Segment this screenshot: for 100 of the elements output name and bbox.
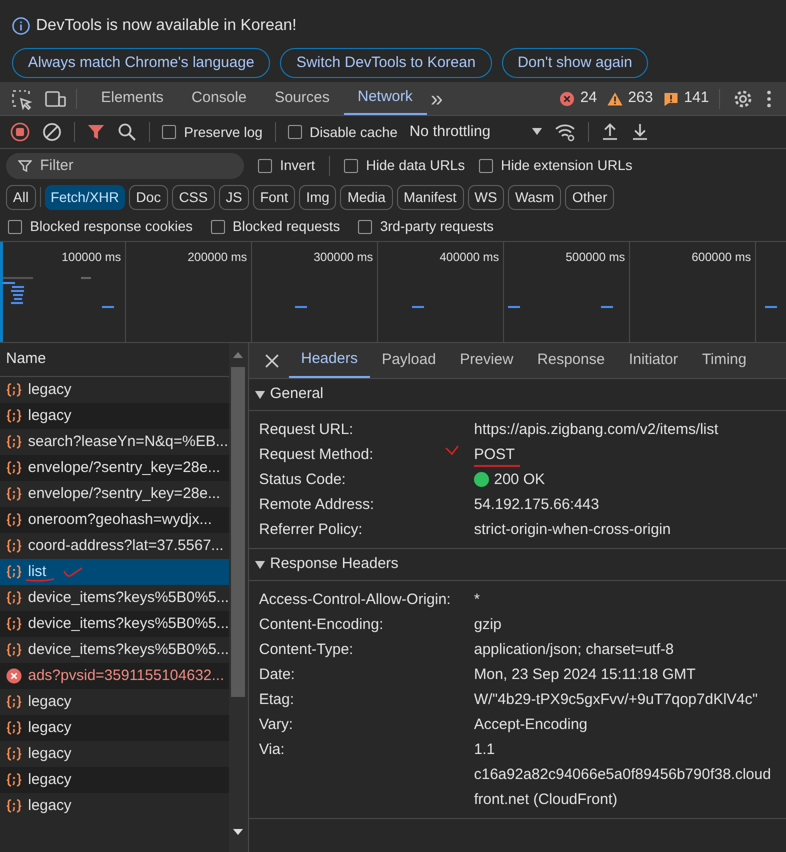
request-row[interactable]: device_items?keys%5B0%5... [0,611,229,637]
checkbox[interactable] [258,158,272,172]
type-filter-chip[interactable]: CSS [172,184,215,210]
close-icon[interactable] [265,354,279,368]
checkbox-label: Blocked requests [232,217,340,236]
panel-tab[interactable]: Elements [87,82,178,115]
stop-recording-icon[interactable] [10,122,30,142]
scroll-down-icon[interactable] [233,828,244,836]
type-filter-chip[interactable]: Wasm [508,184,562,210]
header-name: Remote Address: [259,495,376,515]
header-value: Accept-Encoding [474,715,588,735]
request-row[interactable]: legacy [0,715,229,741]
request-row[interactable]: ads?pvsid=3591155104632... [0,663,229,689]
info-icon [12,17,30,35]
checkbox[interactable] [478,158,493,172]
timeline-tick-label: 100000 ms [62,249,121,264]
inspect-icon[interactable] [10,88,32,110]
clear-icon[interactable] [42,122,62,142]
fetch-icon [6,460,22,476]
export-icon[interactable] [631,122,650,142]
type-filter-chip[interactable]: All [6,184,36,210]
checkbox-label: Blocked response cookies [30,217,193,236]
checkbox[interactable] [162,125,176,139]
fetch-icon [6,642,22,658]
header-value: 1.1 c16a92a82c94066e5a0f89456b790f38.cloudfront.net (CloudFront) [474,740,772,810]
fetch-icon [6,694,22,710]
type-filter-chip[interactable]: Media [340,184,393,210]
more-options-icon[interactable] [766,88,772,108]
header-value: 200 OK [494,470,545,490]
scrollbar-thumb[interactable] [231,367,246,697]
header-name: Content-Type: [259,640,354,660]
timeline-handle[interactable] [0,242,3,342]
request-row[interactable]: oneroom?geohash=wydjx... [0,507,229,533]
type-filter-chip[interactable]: Fetch/XHR [44,184,126,210]
import-icon[interactable] [601,122,620,142]
header-value: strict-origin-when-cross-origin [474,520,671,540]
search-icon[interactable] [117,122,137,142]
request-name: legacy [28,692,72,712]
section-header[interactable]: General [249,379,786,411]
request-row[interactable]: envelope/?sentry_key=28e... [0,455,229,481]
request-row[interactable]: list [0,559,229,585]
throttling-dropdown[interactable]: No throttling [410,119,542,145]
filter-icon[interactable] [87,123,105,141]
infobar-message: DevTools is now available in Korean! [36,16,297,36]
checkbox[interactable] [344,158,358,172]
type-filter-chip[interactable]: Doc [129,184,168,210]
header-value: gzip [474,615,502,635]
checkbox[interactable] [8,220,22,234]
request-row[interactable]: legacy [0,403,229,429]
request-name: legacy [28,718,72,738]
type-filter-chip[interactable]: Font [253,184,296,210]
detail-tab[interactable]: Initiator [616,343,690,378]
type-filter-chip[interactable]: JS [218,184,250,210]
detail-tab[interactable]: Timing [690,343,758,378]
type-filter-chip[interactable]: WS [468,184,504,210]
count-label: 263 [628,88,653,108]
filter-field[interactable]: Filter [6,152,244,178]
detail-tab[interactable]: Payload [370,343,448,378]
panel-tab[interactable]: Network [344,82,427,115]
checkbox-label: 3rd-party requests [380,217,494,236]
fetch-icon [6,408,22,424]
scroll-up-icon[interactable] [233,351,244,359]
panel-tab[interactable]: Console [178,82,261,115]
request-name: device_items?keys%5B0%5... [28,640,229,660]
request-name: envelope/?sentry_key=28e... [28,484,220,504]
expanded-triangle-icon [255,390,265,400]
checkbox-label: Hide extension URLs [500,156,632,175]
section-header[interactable]: Response Headers [249,549,786,581]
timeline-tick-label: 300000 ms [314,249,373,264]
checkbox[interactable] [358,220,372,234]
more-tabs-button[interactable]: » [426,88,447,110]
panel-tab[interactable]: Sources [260,82,344,115]
count-label: 141 [684,88,709,108]
header-value: Mon, 23 Sep 2024 15:11:18 GMT [474,665,696,685]
checkbox[interactable] [210,220,225,234]
header-name: Request Method: [259,445,374,465]
header-value: application/json; charset=utf-8 [474,640,674,660]
type-filter-chip[interactable]: Img [299,184,336,210]
request-name: oneroom?geohash=wydjx... [28,510,212,530]
header-name: Date: [259,665,296,685]
fetch-icon [6,434,22,450]
infobar-button[interactable]: Always match Chrome's language [12,48,270,78]
network-conditions-icon[interactable] [554,122,576,142]
detail-tab[interactable]: Headers [289,343,370,378]
timeline-tick-label: 500000 ms [566,249,625,264]
header-name: Referrer Policy: [259,520,364,540]
settings-icon[interactable] [732,88,754,110]
fetch-icon [6,538,22,554]
detail-tab[interactable]: Preview [448,343,526,378]
error-icon [559,90,576,106]
request-row[interactable]: legacy [0,767,229,793]
infobar-button[interactable]: Don't show again [502,48,648,78]
detail-tab[interactable]: Response [525,343,617,378]
request-name: legacy [28,380,72,400]
header-name: Request URL: [259,420,354,440]
type-filter-chip[interactable]: Manifest [396,184,464,210]
fetch-icon [6,720,22,736]
checkbox[interactable] [288,125,302,139]
infobar-button[interactable]: Switch DevTools to Korean [280,48,492,78]
type-filter-chip[interactable]: Other [565,184,614,210]
